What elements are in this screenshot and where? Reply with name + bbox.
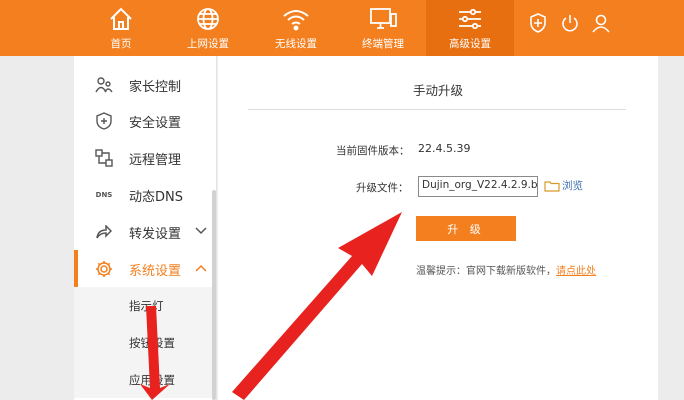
sidebar-item-forwarding-settings[interactable]: 转发设置 (74, 213, 213, 250)
power-icon[interactable] (559, 12, 581, 34)
parent-icon (94, 75, 114, 95)
page-title: 手动升级 (412, 83, 463, 98)
top-nav-bar: 首页 上网设置 无线设置 终端管理 高级设置 (0, 0, 684, 56)
remote-icon (94, 148, 114, 168)
browse-label: 浏览 (562, 180, 583, 192)
right-margin (658, 56, 684, 400)
nav-wireless-settings[interactable]: 无线设置 (266, 0, 326, 56)
nav-home[interactable]: 首页 (94, 0, 148, 56)
sliders-icon (455, 4, 485, 34)
main-panel: 手动升级 当前固件版本： 22.4.5.39 升级文件： Dujin_org_V… (218, 56, 658, 400)
sidebar-item-system-settings[interactable]: 系统设置 (74, 250, 213, 287)
shield-icon (94, 111, 114, 131)
sidebar: 家长控制 安全设置 远程管理 DNS 动态DNS 转发设置 系统设置 指示灯 按… (74, 56, 217, 400)
folder-icon (544, 180, 560, 192)
gear-icon (94, 259, 114, 279)
divider (248, 109, 626, 110)
dns-icon: DNS (95, 191, 113, 199)
firmware-version-value: 22.4.5.39 (418, 142, 471, 155)
sidebar-subitem-app-settings[interactable]: 应用设置 (74, 361, 213, 398)
wifi-icon (281, 4, 311, 34)
sidebar-subitem-indicator-light[interactable]: 指示灯 (74, 287, 213, 324)
upgrade-file-label: 升级文件： (356, 182, 409, 194)
nav-terminal-management[interactable]: 终端管理 (350, 0, 416, 56)
globe-icon (193, 4, 223, 34)
sidebar-item-dynamic-dns[interactable]: DNS 动态DNS (74, 176, 213, 213)
home-icon (106, 4, 136, 34)
sidebar-item-remote-management[interactable]: 远程管理 (74, 139, 213, 176)
forward-icon (94, 222, 114, 242)
download-link[interactable]: 请点此处 (556, 266, 596, 277)
shield-icon[interactable] (527, 12, 549, 34)
nav-advanced-settings[interactable]: 高级设置 (426, 0, 514, 56)
tip-text: 温馨提示：官网下载新版软件，请点此处 (416, 262, 596, 277)
upgrade-file-input[interactable]: Dujin_org_V22.4.2.9.bin (418, 176, 538, 197)
upgrade-button[interactable]: 升 级 (416, 216, 516, 241)
chevron-up-icon (195, 264, 207, 272)
firmware-version-label: 当前固件版本： (336, 145, 410, 157)
browse-button[interactable]: 浏览 (544, 178, 583, 193)
sidebar-item-parental-control[interactable]: 家长控制 (74, 66, 213, 103)
user-icon[interactable] (590, 12, 612, 34)
sidebar-scrollbar[interactable] (212, 190, 216, 400)
tip-prefix: 温馨提示：官网下载新版软件， (416, 266, 556, 277)
nav-internet-settings[interactable]: 上网设置 (178, 0, 238, 56)
sidebar-subitem-button-settings[interactable]: 按钮设置 (74, 324, 213, 361)
sidebar-item-security-settings[interactable]: 安全设置 (74, 102, 213, 139)
chevron-down-icon (195, 227, 207, 235)
monitor-icon (368, 4, 398, 34)
